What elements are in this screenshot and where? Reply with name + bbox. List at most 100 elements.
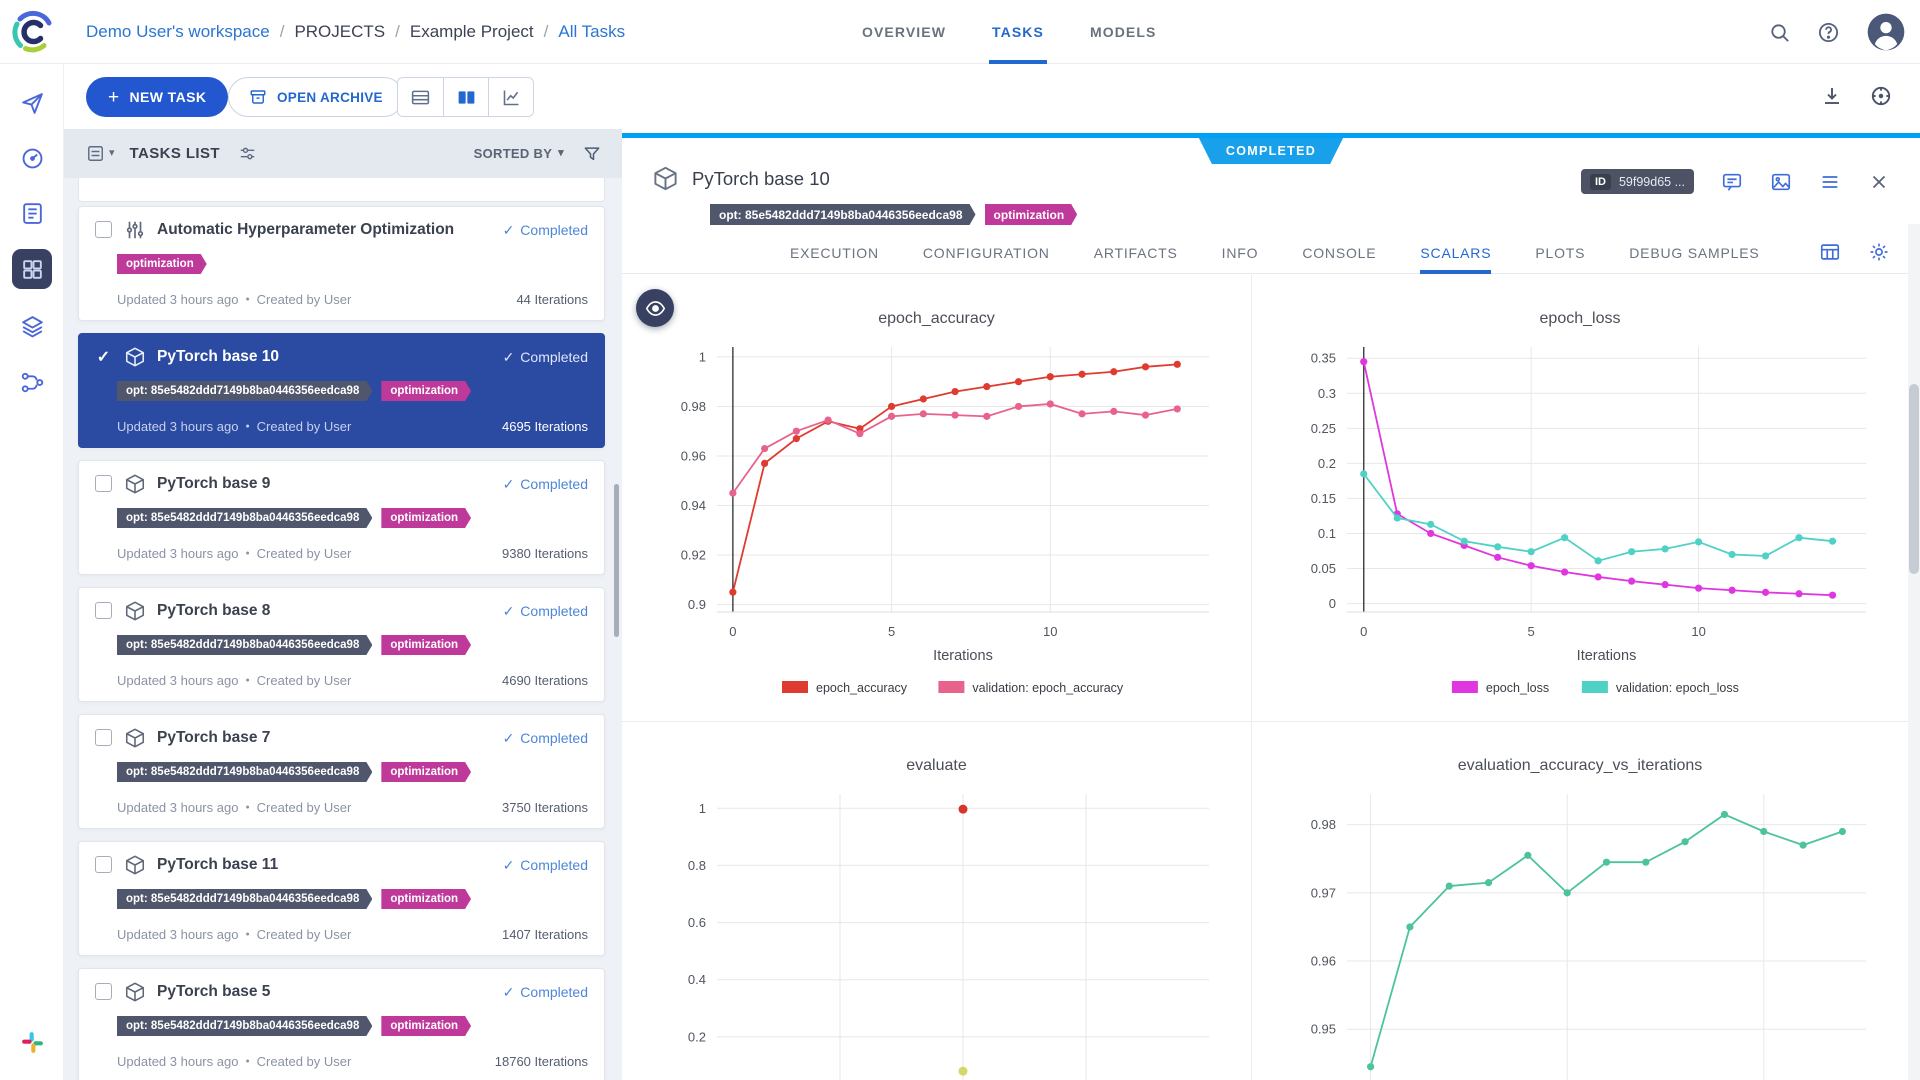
tab-execution[interactable]: EXECUTION xyxy=(790,232,879,274)
status-top-line xyxy=(622,133,1920,138)
tab-models[interactable]: MODELS xyxy=(1090,0,1157,64)
task-meta: Updated 3 hours ago●Created by User xyxy=(117,419,351,434)
tab-tasks[interactable]: TASKS xyxy=(992,0,1044,64)
task-card-pytorch-base-7[interactable]: PyTorch base 7 ✓Completed opt: 85e5482dd… xyxy=(78,714,605,829)
select-all-icon[interactable]: ▾ xyxy=(86,144,115,163)
sorted-by-control[interactable]: SORTED BY ▾ xyxy=(474,146,564,161)
check-icon: ✓ xyxy=(503,730,515,747)
task-checkbox[interactable] xyxy=(95,856,112,873)
task-checkbox[interactable] xyxy=(95,221,112,238)
tag-opt: opt: 85e5482ddd7149b8ba0446356eedca98 xyxy=(117,762,372,782)
pipelines-icon[interactable] xyxy=(12,362,52,402)
comment-icon[interactable] xyxy=(1721,171,1743,193)
help-icon[interactable] xyxy=(1817,21,1840,44)
close-icon[interactable] xyxy=(1868,171,1890,193)
tab-artifacts[interactable]: ARTIFACTS xyxy=(1094,232,1178,274)
check-icon: ✓ xyxy=(503,857,515,874)
breadcrumb-demo-user-s-workspace[interactable]: Demo User's workspace xyxy=(86,22,270,42)
svg-text:Iterations: Iterations xyxy=(933,648,993,664)
svg-text:0.9: 0.9 xyxy=(688,597,706,612)
graph-visibility-eye-button[interactable] xyxy=(636,289,674,327)
metrics-table-icon[interactable] xyxy=(1819,241,1841,263)
archive-icon xyxy=(249,88,267,106)
task-checkbox[interactable] xyxy=(95,602,112,619)
detail-scrollbar-thumb[interactable] xyxy=(1909,384,1919,574)
task-status: ✓Completed xyxy=(503,222,588,239)
image-icon[interactable] xyxy=(1770,171,1792,193)
tab-configuration[interactable]: CONFIGURATION xyxy=(923,232,1050,274)
new-task-button[interactable]: + NEW TASK xyxy=(86,77,228,117)
task-checkbox[interactable] xyxy=(95,983,112,1000)
task-checkbox[interactable] xyxy=(95,729,112,746)
task-card-partial[interactable] xyxy=(78,178,605,202)
breadcrumb-all-tasks[interactable]: All Tasks xyxy=(558,22,625,42)
task-status: ✓Completed xyxy=(503,476,588,493)
svg-text:0: 0 xyxy=(729,624,736,639)
chart-epoch-accuracy[interactable]: epoch_accuracy0.90.920.940.960.9810510It… xyxy=(622,275,1252,722)
task-card-automatic-hyperparameter-optimization[interactable]: Automatic Hyperparameter Optimization ✓C… xyxy=(78,206,605,321)
chart-epoch-loss[interactable]: epoch_loss00.050.10.150.20.250.30.350510… xyxy=(1252,275,1908,722)
detail-scrollbar-track[interactable] xyxy=(1908,224,1920,1080)
datasets-icon[interactable] xyxy=(12,306,52,346)
detail-task-title: PyTorch base 10 xyxy=(692,168,830,190)
svg-text:1: 1 xyxy=(699,801,706,816)
task-card-pytorch-base-9[interactable]: PyTorch base 9 ✓Completed opt: 85e5482dd… xyxy=(78,460,605,575)
split-view-icon[interactable] xyxy=(443,78,488,116)
column-settings-icon[interactable] xyxy=(238,144,257,163)
task-id-pill[interactable]: ID 59f99d65 ... xyxy=(1581,169,1694,194)
chart-evaluate[interactable]: evaluate0.20.40.60.81246 xyxy=(622,722,1252,1080)
check-icon: ✓ xyxy=(503,984,515,1001)
auto-refresh-icon[interactable] xyxy=(1869,84,1893,108)
clearml-logo-icon[interactable] xyxy=(9,8,57,56)
task-type-cube-icon xyxy=(124,600,146,622)
svg-text:0.1: 0.1 xyxy=(1318,526,1336,541)
open-archive-button[interactable]: OPEN ARCHIVE xyxy=(228,77,404,117)
task-checkbox[interactable] xyxy=(95,475,112,492)
svg-text:0.15: 0.15 xyxy=(1311,491,1336,506)
task-status: ✓Completed xyxy=(503,730,588,747)
svg-text:validation: epoch_accuracy: validation: epoch_accuracy xyxy=(972,681,1124,695)
download-icon[interactable] xyxy=(1820,84,1844,108)
task-type-cube-icon xyxy=(124,854,146,876)
task-card-pytorch-base-5[interactable]: PyTorch base 5 ✓Completed opt: 85e5482dd… xyxy=(78,968,605,1080)
search-icon[interactable] xyxy=(1768,21,1791,44)
breadcrumb-projects: PROJECTS xyxy=(294,22,385,42)
tag-opt: opt: 85e5482ddd7149b8ba0446356eedca98 xyxy=(117,635,372,655)
filter-icon[interactable] xyxy=(582,144,602,164)
tab-plots[interactable]: PLOTS xyxy=(1535,232,1585,274)
task-tags: opt: 85e5482ddd7149b8ba0446356eedca98opt… xyxy=(117,381,480,401)
reports-icon[interactable] xyxy=(12,193,52,233)
task-title: PyTorch base 8 xyxy=(157,602,270,620)
chart-evaluation-accuracy-vs-iterations[interactable]: evaluation_accuracy_vs_iterations0.950.9… xyxy=(1252,722,1908,1080)
svg-text:evaluation_accuracy_vs_iterati: evaluation_accuracy_vs_iterations xyxy=(1458,757,1703,774)
tab-scalars[interactable]: SCALARS xyxy=(1420,232,1491,274)
gear-icon[interactable] xyxy=(1868,241,1890,263)
task-checkbox[interactable]: ✓ xyxy=(95,348,112,365)
getting-started-icon[interactable] xyxy=(12,83,52,123)
dashboard-icon[interactable] xyxy=(12,138,52,178)
table-view-icon[interactable] xyxy=(398,78,443,116)
svg-text:5: 5 xyxy=(1528,624,1535,639)
tasks-list-scrollbar[interactable] xyxy=(614,484,619,637)
tab-overview[interactable]: OVERVIEW xyxy=(862,0,946,64)
task-iterations: 1407 Iterations xyxy=(502,927,588,942)
projects-icon[interactable] xyxy=(12,249,52,289)
tab-debug-samples[interactable]: DEBUG SAMPLES xyxy=(1629,232,1759,274)
svg-text:Iterations: Iterations xyxy=(1577,648,1637,664)
tab-info[interactable]: INFO xyxy=(1222,232,1259,274)
svg-text:0.98: 0.98 xyxy=(1311,817,1336,832)
tag-optimization: optimization xyxy=(381,381,471,401)
tasks-list-header: ▾ TASKS LIST SORTED BY ▾ xyxy=(64,129,622,178)
task-card-pytorch-base-10[interactable]: ✓ PyTorch base 10 ✓Completed opt: 85e548… xyxy=(78,333,605,448)
breadcrumb-example-project: Example Project xyxy=(410,22,534,42)
task-type-cube-icon xyxy=(124,346,146,368)
task-iterations: 44 Iterations xyxy=(516,292,588,307)
task-card-pytorch-base-11[interactable]: PyTorch base 11 ✓Completed opt: 85e5482d… xyxy=(78,841,605,956)
chart-view-icon[interactable] xyxy=(488,78,533,116)
task-card-pytorch-base-8[interactable]: PyTorch base 8 ✓Completed opt: 85e5482dd… xyxy=(78,587,605,702)
user-avatar[interactable] xyxy=(1866,12,1906,52)
task-tags: opt: 85e5482ddd7149b8ba0446356eedca98opt… xyxy=(117,635,480,655)
tab-console[interactable]: CONSOLE xyxy=(1302,232,1376,274)
slack-icon[interactable] xyxy=(12,1022,52,1062)
menu-icon[interactable] xyxy=(1819,171,1841,193)
